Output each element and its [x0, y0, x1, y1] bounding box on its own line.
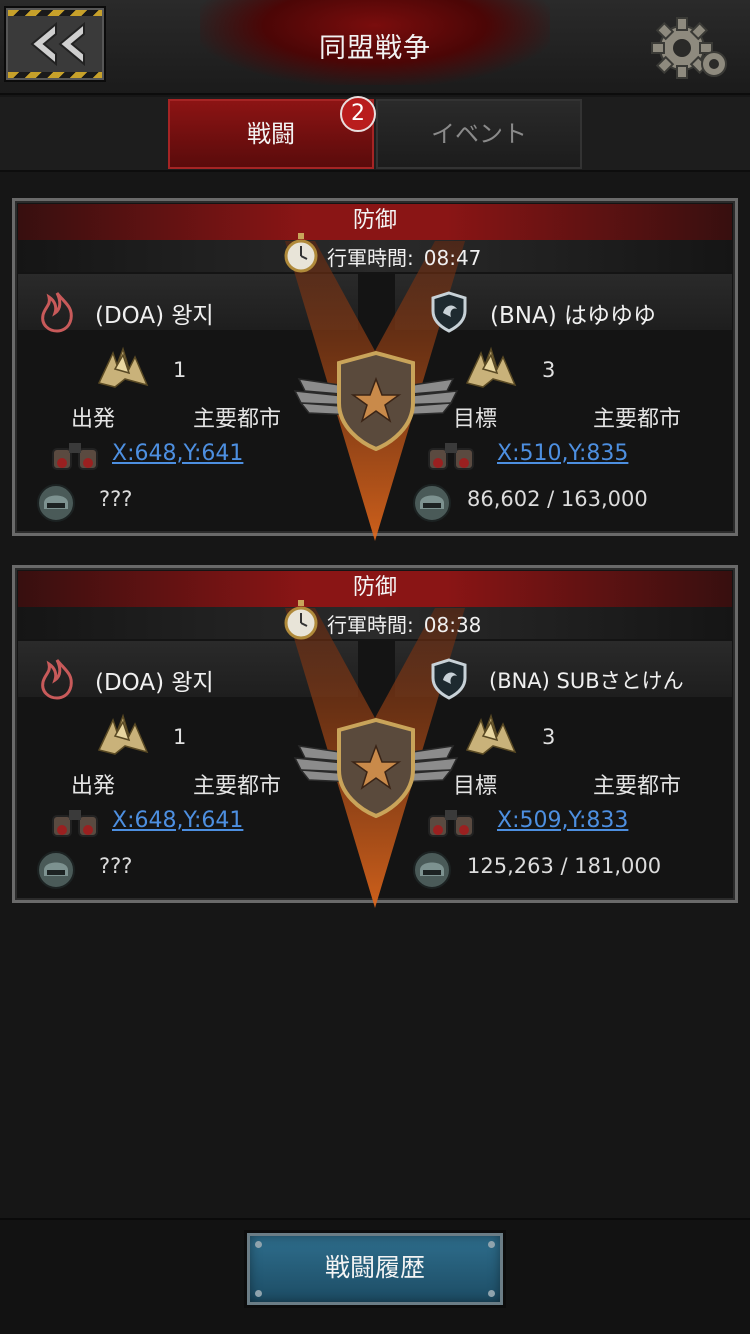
rank-chevrons-icon: [465, 346, 517, 388]
origin-coordinates-link[interactable]: X:648,Y:641: [112, 808, 243, 833]
binoculars-icon: [428, 810, 474, 837]
defender-troops: 86,602 / 163,000: [467, 487, 648, 511]
attacker-troops: ???: [99, 487, 133, 511]
city-type-label: 主要都市: [193, 407, 282, 432]
troops-helmet-icon: [413, 484, 451, 522]
binoculars-icon: [52, 810, 98, 837]
target-coordinates-link[interactable]: X:509,Y:833: [497, 808, 628, 833]
defender-name: (BNA) SUBさとけん: [489, 669, 684, 693]
flame-faction-icon: [41, 292, 73, 333]
march-time-label: 行軍時間:: [327, 246, 414, 270]
stopwatch-icon: [284, 600, 318, 640]
march-time: 行軍時間: 08:47: [327, 242, 481, 271]
city-type-label: 主要都市: [193, 774, 282, 799]
gear-icon[interactable]: [648, 10, 734, 86]
origin-label: 出発: [71, 407, 116, 432]
tab-event[interactable]: イベント: [376, 99, 582, 169]
march-time-value: 08:38: [423, 613, 482, 637]
rank-chevrons-icon: [97, 713, 149, 755]
attacker-troops: ???: [99, 854, 133, 878]
attacker-name: (DOA) 왕지: [95, 670, 214, 696]
defender-name: (BNA) はゆゆゆ: [490, 303, 656, 329]
city-type-label: 主要都市: [593, 774, 682, 799]
binoculars-icon: [428, 443, 474, 470]
target-label: 目標: [453, 407, 498, 432]
march-time-value: 08:47: [423, 246, 482, 270]
origin-label: 出発: [71, 774, 116, 799]
defender-rank-count: 3: [542, 358, 556, 382]
origin-coordinates-link[interactable]: X:648,Y:641: [112, 441, 243, 466]
target-label: 目標: [453, 774, 498, 799]
binoculars-icon: [52, 443, 98, 470]
attacker-rank-count: 1: [173, 358, 187, 382]
stopwatch-icon: [284, 233, 318, 273]
march-time-label: 行軍時間:: [327, 613, 414, 637]
defender-rank-count: 3: [542, 725, 556, 749]
battle-history-label: 戦闘履歴: [324, 1253, 425, 1282]
rank-chevrons-icon: [97, 346, 149, 388]
header-bar: 同盟戦争: [0, 0, 750, 95]
battle-history-button[interactable]: 戦闘履歴: [244, 1230, 506, 1308]
hazard-stripe: [8, 72, 102, 78]
defender-troops: 125,263 / 181,000: [467, 854, 662, 878]
troops-helmet-icon: [37, 851, 75, 889]
rivet-decoration: [255, 1290, 262, 1297]
hazard-stripe: [8, 10, 102, 16]
battle-type-label: 防御: [18, 571, 732, 607]
troops-helmet-icon: [37, 484, 75, 522]
attacker-rank-count: 1: [173, 725, 187, 749]
rivet-decoration: [255, 1241, 262, 1248]
attacker-name: (DOA) 왕지: [95, 303, 214, 329]
notification-badge: 2: [340, 96, 376, 132]
shield-faction-icon: [431, 291, 467, 333]
target-coordinates-link[interactable]: X:510,Y:835: [497, 441, 628, 466]
page-title: 同盟戦争: [319, 33, 431, 64]
rivet-decoration: [488, 1241, 495, 1248]
troops-helmet-icon: [413, 851, 451, 889]
city-type-label: 主要都市: [593, 407, 682, 432]
battle-card[interactable]: 防御 行軍時間: 08:47 (DOA) 왕지 1 出発 主要都市 X:648,…: [12, 198, 738, 541]
flame-faction-icon: [41, 659, 73, 700]
rivet-decoration: [488, 1290, 495, 1297]
rank-chevrons-icon: [465, 713, 517, 755]
march-time: 行軍時間: 08:38: [327, 609, 481, 638]
battle-card[interactable]: 防御 行軍時間: 08:38 (DOA) 왕지 1 出発 主要都市 X:648,…: [12, 565, 738, 908]
battle-type-label: 防御: [18, 204, 732, 240]
shield-faction-icon: [431, 658, 467, 700]
